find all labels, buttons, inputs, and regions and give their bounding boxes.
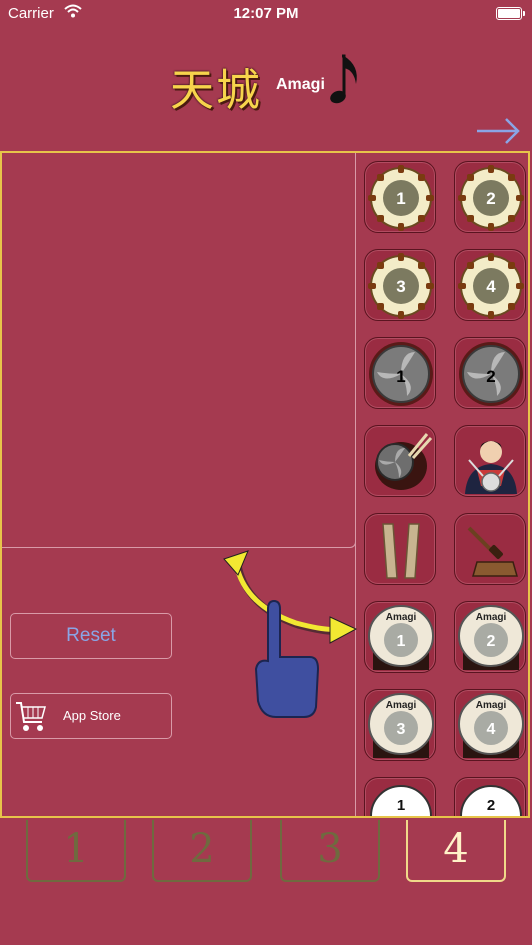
instrument-label: 4	[487, 721, 496, 738]
tab-3[interactable]: 3	[280, 820, 380, 882]
tomoe-drum-icon: 1	[369, 342, 433, 406]
drum-brand: Amagi	[386, 612, 417, 623]
drum-head-icon: 1	[368, 165, 434, 231]
instrument-tomoe-drum-1[interactable]: 1	[364, 337, 436, 409]
instrument-label: 2	[486, 367, 495, 386]
drum-head-icon: 4	[458, 253, 524, 319]
drop-pad-area[interactable]	[2, 153, 356, 548]
instrument-taiko-4[interactable]: Amagi 4	[454, 689, 526, 761]
white-drum-icon: 2	[460, 785, 522, 816]
instrument-drum-head-3[interactable]: 3	[364, 249, 436, 321]
tab-2[interactable]: 2	[152, 820, 252, 882]
taiko-drum-icon: Amagi 4	[458, 693, 524, 758]
instrument-label: 4	[486, 277, 496, 296]
next-arrow-icon[interactable]	[474, 114, 522, 148]
instrument-label: 2	[487, 633, 496, 650]
instrument-label: 3	[397, 721, 406, 738]
logo-kanji: 天城	[170, 65, 262, 116]
app-store-label: App Store	[63, 708, 121, 723]
instrument-taiko-1[interactable]: Amagi 1	[364, 601, 436, 673]
clock: 12:07 PM	[233, 5, 299, 22]
instrument-taiko-3[interactable]: Amagi 3	[364, 689, 436, 761]
instrument-drum-head-1[interactable]: 1	[364, 161, 436, 233]
hammer-bell-icon	[467, 526, 518, 577]
music-note-icon	[330, 54, 357, 104]
instrument-hammer-bell[interactable]	[454, 513, 526, 585]
drag-gesture-hint	[223, 550, 358, 718]
instrument-label: 2	[487, 797, 495, 814]
drum-brand: Amagi	[476, 700, 507, 711]
app-store-button[interactable]: App Store	[10, 693, 172, 739]
drum-head-icon: 3	[368, 253, 434, 319]
reset-button[interactable]: Reset	[10, 613, 172, 659]
shopping-cart-icon	[16, 702, 46, 731]
instrument-label: 1	[396, 367, 405, 386]
tomoe-drum-icon: 2	[459, 342, 523, 406]
curved-arrow-icon	[233, 562, 339, 632]
instrument-label: 1	[396, 189, 405, 208]
status-bar: Carrier 12:07 PM	[0, 0, 532, 28]
instrument-label: 2	[486, 189, 495, 208]
logo-text: Amagi	[276, 76, 325, 93]
drum-brand: Amagi	[386, 700, 417, 711]
tab-4[interactable]: 4	[406, 820, 506, 882]
instrument-drum-head-4[interactable]: 4	[454, 249, 526, 321]
instrument-wood-clappers[interactable]	[364, 513, 436, 585]
drum-head-icon: 2	[458, 165, 524, 231]
white-drum-icon: 1	[370, 785, 432, 816]
drummer-icon	[465, 441, 517, 494]
tab-1[interactable]: 1	[26, 820, 126, 882]
hand-drum-icon	[375, 433, 433, 490]
instrument-drum-head-2[interactable]: 2	[454, 161, 526, 233]
instrument-white-drum-1[interactable]: 1	[364, 777, 436, 816]
app-logo: 天城 Amagi	[170, 54, 370, 116]
instrument-drummer[interactable]	[454, 425, 526, 497]
instrument-taiko-2[interactable]: Amagi 2	[454, 601, 526, 673]
instrument-hand-drum[interactable]	[364, 425, 436, 497]
instrument-tomoe-drum-2[interactable]: 2	[454, 337, 526, 409]
drum-brand: Amagi	[476, 612, 507, 623]
taiko-drum-icon: Amagi 2	[458, 605, 524, 670]
instrument-label: 1	[397, 633, 406, 650]
battery-icon	[496, 7, 525, 20]
page-tabs: 1 2 3 4	[0, 820, 532, 890]
instrument-label: 1	[397, 797, 405, 814]
instrument-label: 3	[396, 277, 405, 296]
taiko-drum-icon: Amagi 1	[368, 605, 434, 670]
instrument-white-drum-2[interactable]: 2	[454, 777, 526, 816]
wood-clappers-icon	[382, 523, 420, 579]
taiko-drum-icon: Amagi 3	[368, 693, 434, 758]
